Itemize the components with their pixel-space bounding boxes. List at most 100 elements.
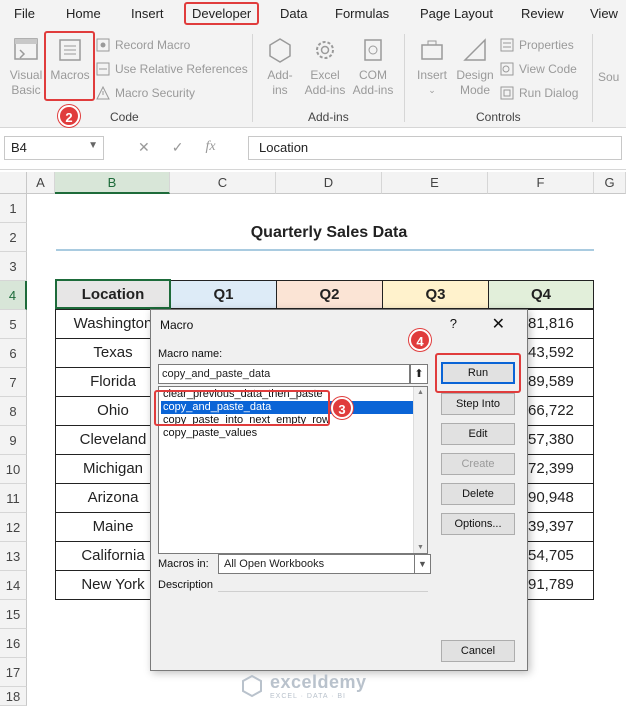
row-header-17[interactable]: 17 <box>0 658 27 687</box>
tab-developer[interactable]: Developer <box>184 2 260 25</box>
com-add-ins-button[interactable]: COM Add-ins <box>350 36 396 98</box>
row-header-9[interactable]: 9 <box>0 426 27 455</box>
description-divider <box>218 591 428 592</box>
q4-cell[interactable]: 91,789 <box>528 570 594 600</box>
cancel-button[interactable]: Cancel <box>441 640 515 662</box>
column-header-b[interactable]: B <box>55 172 170 194</box>
row-header-12[interactable]: 12 <box>0 513 27 542</box>
properties-button[interactable]: Properties <box>500 38 574 52</box>
delete-button[interactable]: Delete <box>441 483 515 505</box>
check-icon[interactable]: ✓ <box>172 139 184 156</box>
row-header-5[interactable]: 5 <box>0 310 27 339</box>
function-icon[interactable]: fx <box>205 139 215 156</box>
watermark: exceldemy EXCEL · DATA · BI <box>240 672 367 700</box>
row-header-11[interactable]: 11 <box>0 484 27 513</box>
row-header-13[interactable]: 13 <box>0 542 27 571</box>
row-header-1[interactable]: 1 <box>0 194 27 223</box>
name-box[interactable]: B4 ▼ <box>4 136 104 160</box>
macro-name-input[interactable]: copy_and_paste_data <box>158 364 410 384</box>
row-header-7[interactable]: 7 <box>0 368 27 397</box>
excel-add-ins-button[interactable]: Excel Add-ins <box>302 36 348 98</box>
row-header-2[interactable]: 2 <box>0 223 27 252</box>
row-header-16[interactable]: 16 <box>0 629 27 658</box>
row-header-10[interactable]: 10 <box>0 455 27 484</box>
design-mode-button[interactable]: Design Mode <box>454 36 496 98</box>
macro-security-button[interactable]: Macro Security <box>96 86 195 100</box>
cancel-icon[interactable]: ✕ <box>138 139 150 156</box>
q4-cell[interactable]: 89,589 <box>528 367 594 397</box>
column-header-g[interactable]: G <box>594 172 626 194</box>
row-header-4[interactable]: 4 <box>0 281 27 310</box>
step-into-button[interactable]: Step Into <box>441 393 515 415</box>
edit-button[interactable]: Edit <box>441 423 515 445</box>
close-icon[interactable]: ✕ <box>492 314 505 334</box>
row-header-6[interactable]: 6 <box>0 339 27 368</box>
column-header-c[interactable]: C <box>170 172 276 194</box>
q4-cell[interactable]: 72,399 <box>528 454 594 484</box>
chevron-down-icon[interactable]: ▼ <box>414 555 430 573</box>
view-code-button[interactable]: View Code <box>500 62 577 76</box>
q4-cell[interactable]: 54,705 <box>528 541 594 571</box>
tab-insert[interactable]: Insert <box>131 6 164 21</box>
run-dialog-button[interactable]: Run Dialog <box>500 86 578 100</box>
create-button[interactable]: Create <box>441 453 515 475</box>
header-q1[interactable]: Q1 <box>170 280 277 309</box>
macro-security-label: Macro Security <box>115 86 196 100</box>
row-header-14[interactable]: 14 <box>0 571 27 600</box>
name-box-value: B4 <box>11 140 27 155</box>
q4-cell[interactable]: 57,380 <box>528 425 594 455</box>
column-header-e[interactable]: E <box>382 172 488 194</box>
sheet-title[interactable]: Quarterly Sales Data <box>170 224 488 242</box>
q4-cell[interactable]: 43,592 <box>528 338 594 368</box>
macro-list-item[interactable]: copy_paste_values <box>161 427 257 440</box>
controls-group-label: Controls <box>476 110 521 124</box>
add-ins-button[interactable]: Add-ins <box>260 36 300 98</box>
insert-control-button[interactable]: Insert ⌄ <box>412 36 452 98</box>
tab-file[interactable]: File <box>14 6 35 21</box>
header-q3[interactable]: Q3 <box>382 280 489 309</box>
run-dialog-icon <box>500 86 514 100</box>
help-icon[interactable]: ? <box>450 316 457 331</box>
source-button[interactable]: Sou <box>598 70 626 85</box>
tab-review[interactable]: Review <box>521 6 564 21</box>
view-code-label: View Code <box>519 62 577 76</box>
row-header-8[interactable]: 8 <box>0 397 27 426</box>
row-header-3[interactable]: 3 <box>0 252 27 281</box>
tab-formulas[interactable]: Formulas <box>335 6 389 21</box>
record-macro-button[interactable]: Record Macro <box>96 38 190 52</box>
row-header-15[interactable]: 15 <box>0 600 27 629</box>
formula-input[interactable]: Location <box>248 136 622 160</box>
scroll-down-icon[interactable]: ▼ <box>417 544 424 551</box>
tab-data[interactable]: Data <box>280 6 307 21</box>
selected-cell-outline <box>55 279 171 309</box>
macro-list-scrollbar[interactable]: ▲ ▼ <box>413 387 427 553</box>
q4-cell[interactable]: 66,722 <box>528 396 594 426</box>
record-macro-icon <box>96 38 110 52</box>
chevron-down-icon[interactable]: ▼ <box>88 140 98 151</box>
add-ins-label: Add-ins <box>267 68 293 97</box>
header-q2[interactable]: Q2 <box>276 280 383 309</box>
properties-label: Properties <box>519 38 574 52</box>
tab-page-layout[interactable]: Page Layout <box>420 6 493 21</box>
tab-home[interactable]: Home <box>66 6 101 21</box>
macros-in-select[interactable]: All Open Workbooks ▼ <box>218 554 431 574</box>
q4-cell[interactable]: 39,397 <box>528 512 594 542</box>
header-q4[interactable]: Q4 <box>488 280 594 309</box>
relative-references-button[interactable]: Use Relative References <box>96 62 248 76</box>
select-all-corner[interactable] <box>0 172 27 194</box>
column-header-d[interactable]: D <box>276 172 382 194</box>
q4-cell[interactable]: 81,816 <box>528 309 594 339</box>
formula-bar: B4 ▼ ✕ ✓ fx Location <box>0 128 626 170</box>
q4-cell[interactable]: 90,948 <box>528 483 594 513</box>
code-group-label: Code <box>110 110 139 124</box>
visual-basic-button[interactable]: Visual Basic <box>6 36 46 98</box>
column-header-a[interactable]: A <box>27 172 55 194</box>
scroll-up-icon[interactable]: ▲ <box>417 389 424 396</box>
collapse-dialog-icon[interactable]: ⬆ <box>410 364 428 384</box>
com-add-ins-label: COM Add-ins <box>352 68 394 97</box>
row-header-18[interactable]: 18 <box>0 687 27 706</box>
macros-in-value: All Open Workbooks <box>224 558 325 570</box>
column-header-f[interactable]: F <box>488 172 594 194</box>
tab-view[interactable]: View <box>590 6 618 21</box>
options-button[interactable]: Options... <box>441 513 515 535</box>
